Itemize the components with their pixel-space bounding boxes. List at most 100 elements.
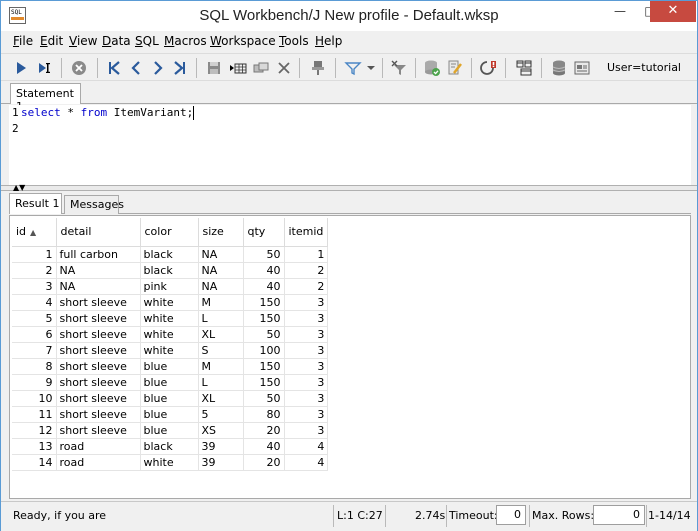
table-cell-detail[interactable]: short sleeve [56, 294, 141, 311]
column-header-color[interactable]: color [140, 218, 199, 247]
table-cell-color[interactable]: blue [140, 422, 199, 439]
table-cell-itemid[interactable]: 4 [284, 454, 329, 471]
sql-editor[interactable]: 1 2 select * from ItemVariant; [9, 105, 691, 185]
table-cell-detail[interactable]: short sleeve [56, 422, 141, 439]
timeout-input[interactable]: 0 [496, 505, 526, 525]
table-cell-detail[interactable]: NA [56, 262, 141, 279]
title-bar[interactable]: SQL SQL Workbench/J New profile - Defaul… [1, 1, 697, 31]
table-row[interactable]: 8 short sleeve blue M 150 3 [12, 358, 329, 375]
table-cell-color[interactable]: blue [140, 390, 199, 407]
disconnect-icon[interactable] [478, 57, 500, 79]
table-cell-detail[interactable]: short sleeve [56, 310, 141, 327]
table-cell-id[interactable]: 6 [12, 326, 57, 343]
table-cell-detail[interactable]: short sleeve [56, 406, 141, 423]
sql-code[interactable]: select * from ItemVariant; [21, 105, 195, 121]
column-header-size[interactable]: size [198, 218, 244, 247]
table-cell-qty[interactable]: 150 [243, 310, 285, 327]
result-table[interactable]: id ▲ detail color size qty itemid 1 full c… [12, 218, 329, 471]
table-cell-itemid[interactable]: 3 [284, 406, 329, 423]
table-row[interactable]: 5 short sleeve white L 150 3 [12, 310, 329, 327]
menu-sql[interactable]: SQL [135, 34, 159, 48]
table-cell-qty[interactable]: 20 [243, 454, 285, 471]
table-cell-itemid[interactable]: 1 [284, 246, 329, 263]
table-cell-color[interactable]: blue [140, 406, 199, 423]
table-cell-detail[interactable]: road [56, 438, 141, 455]
table-cell-size[interactable]: NA [198, 278, 244, 295]
table-cell-id[interactable]: 1 [12, 246, 57, 263]
database-check-icon[interactable] [421, 57, 443, 79]
table-row[interactable]: 10 short sleeve blue XL 50 3 [12, 390, 329, 407]
stop-icon[interactable] [68, 57, 90, 79]
table-cell-size[interactable]: NA [198, 246, 244, 263]
table-cell-color[interactable]: white [140, 326, 199, 343]
split-divider[interactable]: ▲▼ [1, 184, 697, 192]
table-row[interactable]: 13 road black 39 40 4 [12, 438, 329, 455]
column-header-qty[interactable]: qty [243, 218, 285, 247]
table-cell-size[interactable]: L [198, 374, 244, 391]
table-cell-size[interactable]: 39 [198, 454, 244, 471]
table-cell-detail[interactable]: full carbon [56, 246, 141, 263]
filter-dropdown-icon[interactable] [360, 57, 382, 79]
table-cell-qty[interactable]: 150 [243, 294, 285, 311]
table-cell-id[interactable]: 11 [12, 406, 57, 423]
table-row[interactable]: 2 NA black NA 40 2 [12, 262, 329, 279]
result-grid-area[interactable]: id ▲ detail color size qty itemid 1 full c… [9, 215, 691, 499]
table-cell-size[interactable]: XL [198, 326, 244, 343]
column-header-id[interactable]: id ▲ [12, 218, 57, 247]
table-cell-size[interactable]: NA [198, 262, 244, 279]
column-header-itemid[interactable]: itemid [284, 218, 329, 247]
table-cell-id[interactable]: 8 [12, 358, 57, 375]
table-cell-itemid[interactable]: 3 [284, 294, 329, 311]
table-cell-itemid[interactable]: 3 [284, 358, 329, 375]
table-cell-qty[interactable]: 20 [243, 422, 285, 439]
column-header-detail[interactable]: detail [56, 218, 141, 247]
table-cell-itemid[interactable]: 3 [284, 310, 329, 327]
table-cell-color[interactable]: white [140, 310, 199, 327]
table-cell-detail[interactable]: short sleeve [56, 358, 141, 375]
database-explorer-icon[interactable] [548, 57, 570, 79]
save-icon[interactable] [203, 57, 225, 79]
table-row[interactable]: 11 short sleeve blue 5 80 3 [12, 406, 329, 423]
table-cell-size[interactable]: XL [198, 390, 244, 407]
table-cell-color[interactable]: white [140, 342, 199, 359]
menu-workspace[interactable]: Workspace [210, 34, 276, 48]
edit-file-icon[interactable] [444, 57, 466, 79]
table-cell-size[interactable]: XS [198, 422, 244, 439]
table-cell-qty[interactable]: 150 [243, 358, 285, 375]
table-row[interactable]: 4 short sleeve white M 150 3 [12, 294, 329, 311]
table-cell-id[interactable]: 14 [12, 454, 57, 471]
execute-icon[interactable] [10, 57, 32, 79]
table-cell-itemid[interactable]: 3 [284, 342, 329, 359]
tab-statement-1[interactable]: Statement 1 [10, 83, 81, 113]
table-cell-size[interactable]: 39 [198, 438, 244, 455]
menu-edit[interactable]: Edit [40, 34, 63, 48]
table-cell-detail[interactable]: short sleeve [56, 390, 141, 407]
table-cell-id[interactable]: 10 [12, 390, 57, 407]
split-arrows-icon[interactable]: ▲▼ [13, 184, 25, 192]
menu-file[interactable]: File [13, 34, 33, 48]
tab-result-1[interactable]: Result 1 [9, 193, 62, 214]
table-row[interactable]: 9 short sleeve blue L 150 3 [12, 374, 329, 391]
table-cell-size[interactable]: M [198, 294, 244, 311]
previous-icon[interactable] [125, 57, 147, 79]
table-cell-itemid[interactable]: 3 [284, 374, 329, 391]
menu-help[interactable]: Help [315, 34, 342, 48]
menu-tools[interactable]: Tools [279, 34, 309, 48]
reset-filter-icon[interactable] [388, 57, 410, 79]
table-row[interactable]: 14 road white 39 20 4 [12, 454, 329, 471]
table-cell-itemid[interactable]: 3 [284, 422, 329, 439]
table-cell-size[interactable]: S [198, 342, 244, 359]
table-cell-size[interactable]: M [198, 358, 244, 375]
table-cell-color[interactable]: blue [140, 358, 199, 375]
table-row[interactable]: 6 short sleeve white XL 50 3 [12, 326, 329, 343]
menu-data[interactable]: Data [102, 34, 131, 48]
table-cell-qty[interactable]: 40 [243, 262, 285, 279]
table-cell-qty[interactable]: 40 [243, 278, 285, 295]
table-cell-detail[interactable]: short sleeve [56, 374, 141, 391]
table-row[interactable]: 1 full carbon black NA 50 1 [12, 246, 329, 263]
menu-view[interactable]: View [69, 34, 97, 48]
delete-row-icon[interactable] [273, 57, 295, 79]
connection-info-icon[interactable] [571, 57, 593, 79]
table-cell-size[interactable]: 5 [198, 406, 244, 423]
table-row[interactable]: 7 short sleeve white S 100 3 [12, 342, 329, 359]
